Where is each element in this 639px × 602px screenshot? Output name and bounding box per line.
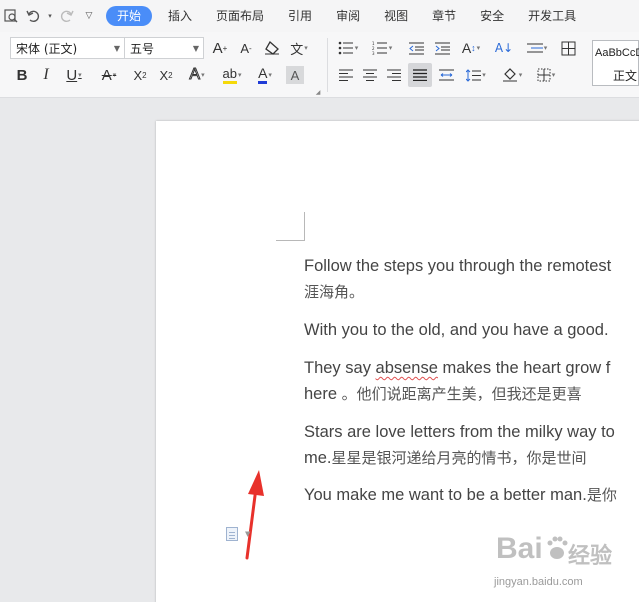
chevron-down-icon: ▼ [113, 44, 120, 53]
margin-corner-mark [276, 240, 305, 241]
decrease-indent-icon[interactable] [406, 38, 426, 58]
borders-icon[interactable]: ▾ [532, 64, 560, 86]
phonetic-guide-icon[interactable]: 文 ▾ [288, 38, 310, 58]
document-canvas[interactable] [0, 99, 639, 602]
chevron-down-icon[interactable]: ▼ [245, 530, 250, 538]
menu-tabs: 开始 插入 页面布局 引用 审阅 视图 章节 安全 开发工具 [106, 6, 588, 26]
superscript-button[interactable]: X2 [130, 64, 150, 86]
clear-format-icon[interactable] [262, 38, 282, 58]
style-name-label: 正文 [613, 69, 638, 83]
underline-button[interactable]: U ▾ [60, 64, 88, 86]
strikethrough-button[interactable]: A ▾ [96, 64, 122, 86]
tab-developer-tools[interactable]: 开发工具 [516, 6, 588, 26]
watermark-brand-cn: 经验 [568, 544, 613, 569]
paragraph-1[interactable]: Follow the steps you through the remotes… [304, 253, 639, 305]
shading-fill-icon[interactable]: ▾ [498, 64, 526, 86]
shrink-font-icon[interactable]: A- [236, 38, 256, 58]
ribbon-separator [327, 38, 328, 92]
font-size-value: 五号 [130, 41, 155, 56]
paragraph-5-cn: 是你 [586, 486, 617, 504]
bullets-icon[interactable]: ▾ [336, 38, 360, 58]
character-shading-icon[interactable]: A [286, 66, 304, 84]
paragraph-4-line2-en: me. [304, 449, 332, 467]
style-normal-tile[interactable]: AaBbCcDd 正文 [592, 40, 639, 86]
chevron-down-icon: ▼ [192, 44, 199, 53]
grow-font-icon[interactable]: A + [210, 38, 230, 58]
tab-chapter[interactable]: 章节 [420, 6, 468, 26]
align-right-icon[interactable] [384, 64, 404, 86]
tab-insert[interactable]: 插入 [156, 6, 204, 26]
quick-access-toolbar: ▾ ▽ [0, 7, 98, 25]
bold-button[interactable]: B [12, 64, 32, 86]
watermark-url: jingyan.baidu.com [494, 576, 583, 588]
paragraph-3-line2-en: here [304, 385, 342, 403]
distributed-align-icon[interactable] [436, 64, 456, 86]
tab-review[interactable]: 审阅 [324, 6, 372, 26]
tab-security[interactable]: 安全 [468, 6, 516, 26]
justify-icon[interactable] [408, 63, 432, 87]
align-left-icon[interactable] [336, 64, 356, 86]
line-spacing-icon[interactable]: ▾ [524, 38, 550, 58]
customize-toolbar-icon[interactable]: ▽ [80, 7, 98, 25]
paragraph-1-en: Follow the steps you through the remotes… [304, 257, 612, 275]
paragraph-1-cn: 涯海角。 [304, 283, 365, 301]
highlight-color-icon[interactable]: ab ▾ [218, 64, 246, 86]
paragraph-3-line2-cn: 。他们说距离产生美，但我还是更喜 [341, 385, 582, 403]
font-name-select[interactable]: 宋体 (正文) ▼ [10, 37, 125, 59]
font-name-value: 宋体 (正文) [16, 41, 78, 56]
change-case-icon[interactable]: A ↕ ▾ [458, 38, 484, 58]
paragraph-4-en: Stars are love letters from the milky wa… [304, 423, 615, 441]
paragraph-layout-icon[interactable] [226, 527, 238, 541]
annotation-arrow-icon [245, 470, 264, 560]
paragraph-3-text-b: makes the heart grow f [437, 359, 611, 377]
print-preview-icon[interactable] [2, 7, 20, 25]
paragraph-2[interactable]: With you to the old, and you have a good… [304, 317, 639, 343]
numbering-icon[interactable]: 1 2 3 ▾ [370, 38, 394, 58]
baidu-jingyan-watermark: Bai 经验 jingyan.baidu.com [490, 530, 639, 602]
watermark-brand: Bai [496, 532, 543, 565]
subscript-button[interactable]: X2 [156, 64, 176, 86]
paw-logo-icon [547, 536, 568, 559]
align-center-icon[interactable] [360, 64, 380, 86]
paragraph-4[interactable]: Stars are love letters from the milky wa… [304, 419, 639, 471]
svg-text:3: 3 [372, 51, 375, 55]
paragraph-2-text: With you to the old, and you have a good… [304, 321, 609, 339]
tab-page-layout[interactable]: 页面布局 [204, 6, 276, 26]
paragraph-5[interactable]: You make me want to be a better man.是你 [304, 482, 639, 508]
text-effect-icon[interactable]: A ▾ [184, 64, 210, 86]
paragraph-3[interactable]: They say absense makes the heart grow f … [304, 355, 639, 407]
font-size-select[interactable]: 五号 ▼ [124, 37, 204, 59]
style-sample-text: AaBbCcDd [595, 47, 639, 59]
italic-button[interactable]: I [36, 64, 56, 86]
sort-icon[interactable]: A↓ [494, 38, 514, 58]
redo-icon[interactable] [58, 7, 76, 25]
increase-indent-icon[interactable] [432, 38, 452, 58]
paragraph-spacing-icon[interactable]: ▾ [462, 64, 490, 86]
menu-bar: ▾ ▽ 开始 插入 页面布局 引用 审阅 视图 章节 安全 开发工具 [0, 0, 639, 32]
tab-home[interactable]: 开始 [106, 6, 153, 26]
spelling-error-word[interactable]: absense [376, 359, 438, 377]
undo-icon[interactable] [24, 7, 42, 25]
paragraph-5-en: You make me want to be a better man. [304, 486, 587, 504]
paragraph-3-text-a: They say [304, 359, 376, 377]
table-border-icon[interactable] [558, 38, 578, 58]
undo-dropdown-icon[interactable]: ▾ [46, 7, 54, 25]
font-color-icon[interactable]: A ▾ [252, 64, 278, 86]
margin-corner-mark [304, 212, 305, 241]
tab-view[interactable]: 视图 [372, 6, 420, 26]
paragraph-settings-launcher-icon[interactable]: ◢ [314, 88, 322, 96]
ribbon-home: 宋体 (正文) ▼ 五号 ▼ A + A- 文 ▾ ▾ 1 2 3 ▾ A ↕ ▾ A↓ ▾ … [0, 32, 639, 98]
tab-references[interactable]: 引用 [276, 6, 324, 26]
paragraph-4-line2-cn: 星星是银河递给月亮的情书，你是世间 [331, 449, 587, 467]
